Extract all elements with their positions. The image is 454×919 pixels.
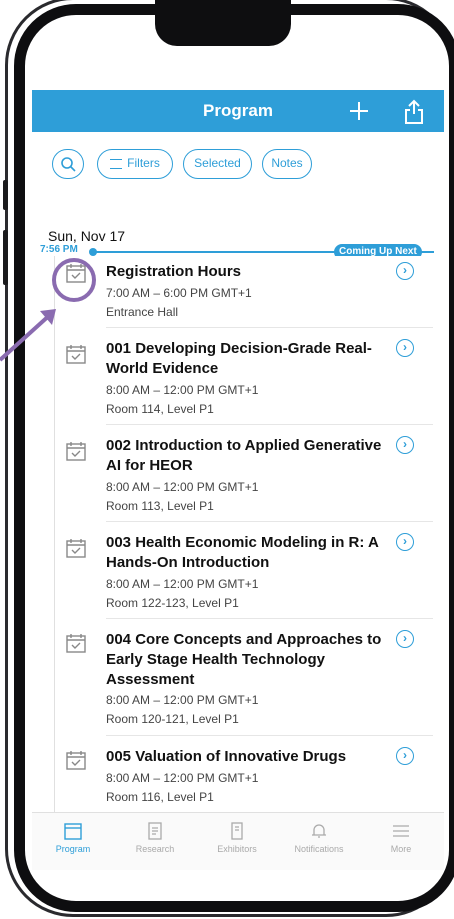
chevron-right-icon[interactable]: ›	[396, 747, 414, 765]
session-title: 005 Valuation of Innovative Drugs	[106, 748, 347, 765]
page-title: Program	[203, 101, 273, 120]
session-location: Room 116, Level P1	[106, 790, 214, 804]
search-icon	[61, 157, 76, 172]
selected-label: Selected	[194, 156, 241, 170]
filters-label: Filters	[127, 156, 160, 170]
session-title: 003 Health Economic Modeling in R: A Han…	[106, 534, 379, 571]
annotation-circle	[52, 258, 96, 302]
divider	[106, 521, 433, 522]
phone-notch	[155, 0, 291, 46]
tab-label: Notifications	[294, 844, 344, 854]
tab-research[interactable]: Research	[114, 821, 196, 854]
menu-icon	[393, 825, 409, 837]
tab-more[interactable]: More	[360, 821, 442, 854]
app-screen: Program Filters Selected Notes Sun, Nov …	[32, 90, 444, 870]
notes-button[interactable]: Notes	[262, 149, 312, 179]
calendar-icon[interactable]	[65, 440, 87, 462]
session-title: 004 Core Concepts and Approaches to Earl…	[106, 631, 382, 688]
session-time: 8:00 AM – 12:00 PM GMT+1	[106, 693, 259, 707]
tab-label: Research	[135, 844, 175, 854]
notes-label: Notes	[271, 156, 303, 170]
filters-button[interactable]: Filters	[97, 149, 173, 179]
tab-program[interactable]: Program	[32, 821, 114, 854]
selected-button[interactable]: Selected	[183, 149, 252, 179]
session-location: Room 122-123, Level P1	[106, 596, 239, 610]
chevron-right-icon[interactable]: ›	[396, 262, 414, 280]
tab-bar: Program Research Exhibitors Notification…	[32, 812, 444, 870]
session-time: 8:00 AM – 12:00 PM GMT+1	[106, 577, 259, 591]
divider	[106, 618, 433, 619]
calendar-icon[interactable]	[65, 537, 87, 559]
chevron-right-icon[interactable]: ›	[396, 533, 414, 551]
tab-exhibitors[interactable]: Exhibitors	[196, 821, 278, 854]
side-button	[3, 180, 8, 210]
session-title: 002 Introduction to Applied Generative A…	[106, 437, 382, 474]
session-location: Entrance Hall	[106, 305, 179, 319]
calendar-icon	[64, 823, 82, 840]
document-icon	[148, 822, 162, 840]
calendar-icon[interactable]	[65, 749, 87, 771]
tab-label: More	[390, 844, 412, 854]
session-location: Room 114, Level P1	[106, 402, 214, 416]
chevron-right-icon[interactable]: ›	[396, 630, 414, 648]
session-title: 001 Developing Decision-Grade Real-World…	[106, 340, 372, 377]
schedule-date: Sun, Nov 17	[48, 228, 126, 244]
current-time: 7:56 PM	[40, 244, 78, 255]
chevron-right-icon[interactable]: ›	[396, 436, 414, 454]
chevron-right-icon[interactable]: ›	[396, 339, 414, 357]
session-time: 8:00 AM – 12:00 PM GMT+1	[106, 383, 259, 397]
session-location: Room 120-121, Level P1	[106, 712, 239, 726]
session-location: Room 113, Level P1	[106, 499, 214, 513]
plus-icon[interactable]	[348, 97, 370, 123]
tab-notifications[interactable]: Notifications	[278, 821, 360, 854]
session-list: Registration Hours 7:00 AM – 6:00 PM GMT…	[54, 256, 433, 816]
bell-icon	[312, 824, 326, 838]
tab-label: Program	[55, 844, 91, 854]
session-title: Registration Hours	[106, 263, 242, 280]
annotation-arrow	[0, 309, 56, 362]
search-button[interactable]	[52, 149, 84, 179]
share-icon[interactable]	[402, 99, 426, 125]
divider	[106, 327, 433, 328]
booth-icon	[231, 822, 243, 840]
side-button	[3, 230, 8, 285]
nav-header: Program	[32, 90, 444, 132]
divider	[106, 735, 433, 736]
session-time: 8:00 AM – 12:00 PM GMT+1	[106, 771, 259, 785]
session-time: 8:00 AM – 12:00 PM GMT+1	[106, 480, 259, 494]
tab-label: Exhibitors	[217, 844, 257, 854]
session-time: 7:00 AM – 6:00 PM GMT+1	[106, 286, 252, 300]
divider	[106, 424, 433, 425]
calendar-icon[interactable]	[65, 632, 87, 654]
filters-icon	[110, 158, 123, 169]
